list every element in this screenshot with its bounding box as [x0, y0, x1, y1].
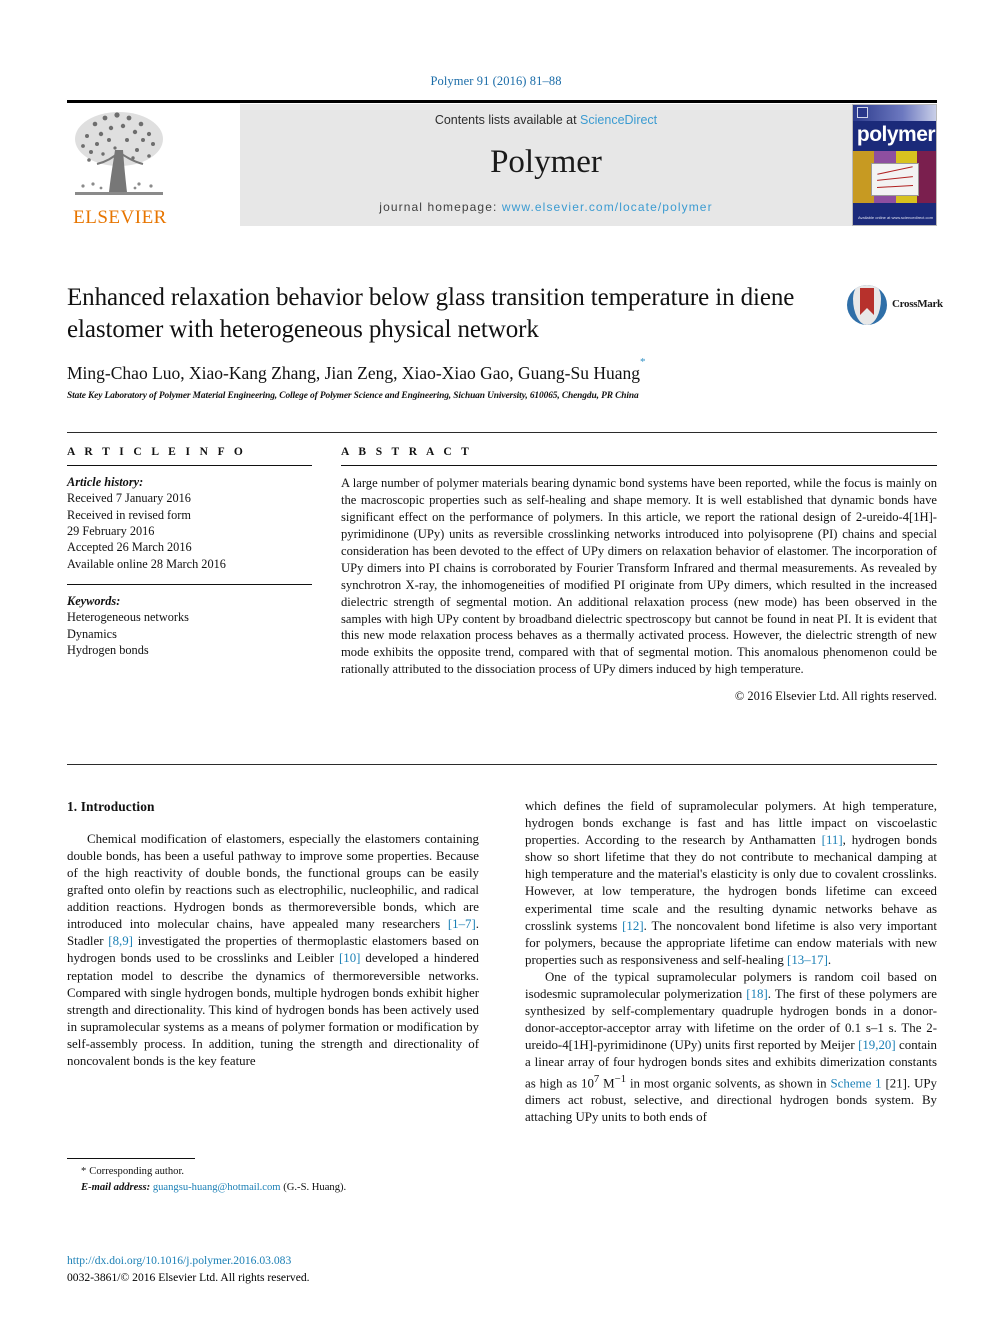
elsevier-wordmark: ELSEVIER: [73, 207, 167, 228]
keyword-item: Dynamics: [67, 626, 117, 641]
text-run: in most organic solvents, as shown in: [626, 1075, 831, 1090]
article-info-rule: [67, 465, 312, 466]
citation-ref[interactable]: [18]: [746, 987, 767, 1001]
citation-ref[interactable]: [11]: [822, 833, 843, 847]
abstract-copyright: © 2016 Elsevier Ltd. All rights reserved…: [734, 689, 937, 704]
contents-prefix: Contents lists available at: [434, 113, 581, 127]
corresponding-author-note: Corresponding author.: [89, 1166, 185, 1177]
author-list: Ming-Chao Luo, Xiao-Kang Zhang, Jian Zen…: [67, 356, 937, 384]
email-label: E-mail address:: [81, 1181, 151, 1193]
body-column-right: which defines the field of supramolecula…: [525, 798, 937, 1126]
title-block: Enhanced relaxation behavior below glass…: [67, 282, 943, 401]
keywords-list: Keywords: Heterogeneous networks Dynamic…: [67, 593, 312, 658]
text-run: .: [827, 952, 832, 967]
history-item: Received 7 January 2016: [67, 491, 191, 506]
abstract-column: A B S T R A C T A large number of polyme…: [341, 446, 937, 704]
article-history: Article history: Received 7 January 2016…: [67, 474, 312, 572]
article-page: Polymer 91 (2016) 81–88 ELSEVIER Content…: [0, 0, 992, 1323]
text-run: Chemical modification of elastomers, esp…: [67, 831, 479, 932]
email-link[interactable]: guangsu-huang@hotmail.com: [153, 1182, 281, 1193]
divider-below-abstract: [67, 764, 937, 765]
journal-homepage-line: journal homepage: www.elsevier.com/locat…: [240, 200, 852, 214]
citation-ref[interactable]: [1–7]: [448, 917, 476, 931]
scheme-link[interactable]: Scheme 1: [831, 1076, 882, 1090]
masthead-top-rule: [67, 100, 937, 103]
author-names: Ming-Chao Luo, Xiao-Kang Zhang, Jian Zen…: [67, 362, 640, 383]
doi-block: http://dx.doi.org/10.1016/j.polymer.2016…: [67, 1253, 567, 1287]
cover-footer-text: Available online at www.sciencedirect.co…: [857, 215, 934, 220]
abstract-text: A large number of polymer materials bear…: [341, 476, 937, 677]
paragraph: One of the typical supramolecular polyme…: [525, 969, 937, 1126]
text-run: developed a hindered reptation model to …: [67, 951, 479, 1068]
footnote-star: *: [81, 1166, 87, 1177]
citation-ref[interactable]: [12]: [622, 919, 643, 933]
email-owner: (G.-S. Huang).: [283, 1181, 347, 1193]
citation-ref[interactable]: [19,20]: [858, 1038, 896, 1052]
footnote-rule: [67, 1158, 195, 1159]
citation-ref[interactable]: [10]: [339, 951, 360, 965]
history-item: Available online 28 March 2016: [67, 556, 226, 571]
keyword-item: Hydrogen bonds: [67, 643, 149, 658]
elsevier-tree-icon: [75, 112, 163, 195]
abstract-rule: [341, 465, 937, 466]
exponent: −1: [614, 1072, 627, 1085]
citation-ref[interactable]: [13–17]: [787, 953, 828, 967]
journal-cover-thumbnail[interactable]: polymer Available online at www.scienced…: [852, 104, 937, 226]
doi-link[interactable]: http://dx.doi.org/10.1016/j.polymer.2016…: [67, 1253, 567, 1270]
footnote-text: * Corresponding author. E-mail address: g…: [67, 1164, 479, 1196]
elsevier-logo: ELSEVIER: [67, 104, 173, 229]
cover-wordmark: polymer: [856, 123, 936, 146]
article-info-heading: A R T I C L E I N F O: [67, 446, 247, 458]
paragraph: Chemical modification of elastomers, esp…: [67, 831, 479, 1070]
journal-masthead: ELSEVIER Contents lists available at Sci…: [67, 100, 937, 230]
journal-title: Polymer: [490, 144, 602, 180]
crossmark-label: CrossMark: [892, 298, 943, 310]
crossmark-badge[interactable]: CrossMark: [847, 282, 943, 328]
keywords-label: Keywords:: [67, 594, 121, 609]
keywords-rule: [67, 584, 312, 586]
section-heading-introduction: 1. Introduction: [67, 799, 155, 814]
text-run: M: [599, 1075, 615, 1090]
cover-inset-figure: [871, 163, 919, 196]
sciencedirect-banner: Contents lists available at ScienceDirec…: [240, 104, 852, 226]
footnote-block: * Corresponding author. E-mail address: g…: [67, 1158, 479, 1196]
affiliation: State Key Laboratory of Polymer Material…: [67, 390, 639, 401]
history-item: Accepted 26 March 2016: [67, 540, 192, 555]
body-column-left: 1. Introduction Chemical modification of…: [67, 798, 479, 1070]
text-run: [21]: [881, 1075, 907, 1090]
running-head: Polymer 91 (2016) 81–88: [430, 74, 562, 88]
abstract-heading: A B S T R A C T: [341, 446, 473, 458]
homepage-link[interactable]: www.elsevier.com/locate/polymer: [502, 200, 713, 214]
sciencedirect-link[interactable]: ScienceDirect: [580, 113, 657, 127]
page-title: Enhanced relaxation behavior below glass…: [67, 284, 795, 343]
paragraph: which defines the field of supramolecula…: [525, 798, 937, 969]
citation-ref[interactable]: [8,9]: [108, 934, 133, 948]
article-info-column: A R T I C L E I N F O Article history: R…: [67, 446, 312, 658]
cover-swatch: [916, 151, 936, 203]
history-item: 29 February 2016: [67, 524, 155, 539]
cover-badge-icon: [857, 107, 868, 118]
homepage-label: journal homepage:: [379, 200, 502, 214]
history-item: Received in revised form: [67, 507, 191, 522]
article-history-label: Article history:: [67, 475, 144, 489]
keyword-item: Heterogeneous networks: [67, 610, 189, 625]
divider-above-abstract: [67, 432, 937, 433]
issn-copyright-line: 0032-3861/© 2016 Elsevier Ltd. All right…: [67, 1270, 310, 1284]
contents-line: Contents lists available at ScienceDirec…: [240, 113, 852, 127]
corresponding-author-marker[interactable]: *: [640, 356, 646, 368]
